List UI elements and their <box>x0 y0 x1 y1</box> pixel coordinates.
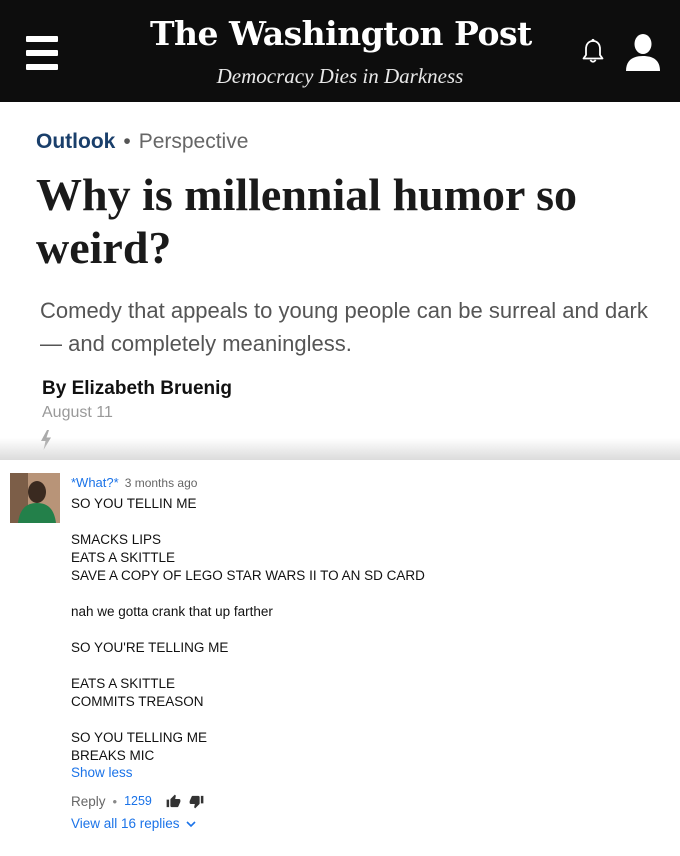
section-divider <box>0 438 680 462</box>
thumbs-up-icon[interactable] <box>166 794 181 809</box>
site-header: The Washington Post Democracy Dies in Da… <box>0 0 680 102</box>
user-icon[interactable] <box>625 33 661 71</box>
article-headline: Why is millennial humor so weird? <box>36 169 578 273</box>
comment-paragraph: EATS A SKITTLE COMMITS TREASON <box>71 675 661 711</box>
avatar-photo <box>10 473 60 523</box>
comment-line: COMMITS TREASON <box>71 694 204 709</box>
tagline: Democracy Dies in Darkness <box>216 64 464 88</box>
article-type-label: Perspective <box>138 130 249 153</box>
comment-paragraph: SMACKS LIPS EATS A SKITTLE SAVE A COPY OF … <box>71 531 661 585</box>
comment-line: SO YOU TELLING ME <box>71 730 208 745</box>
comment-timestamp[interactable]: 3 months ago <box>125 476 198 490</box>
kicker-separator: • <box>123 130 131 153</box>
comment-paragraph: SO YOU TELLING ME BREAKS MIC <box>71 729 661 765</box>
show-less-link[interactable]: Show less <box>71 765 133 780</box>
comment-line: EATS A SKITTLE <box>71 676 176 691</box>
comment-paragraph: SO YOU'RE TELLING ME <box>71 639 661 657</box>
comment-actions: Reply • 1259 <box>71 792 212 810</box>
comment-author[interactable]: *What?* <box>71 475 119 490</box>
comment-paragraph: nah we gotta crank that up farther <box>71 603 661 621</box>
view-replies-label: View all 16 replies <box>71 816 180 831</box>
comment: *What?* 3 months ago SO YOU TELLIN ME SMAC… <box>0 460 680 856</box>
comment-line: SO YOU TELLIN ME <box>71 496 197 511</box>
section-link[interactable]: Outlook <box>36 130 115 153</box>
publish-date: August 11 <box>42 404 113 421</box>
chevron-down-icon <box>185 821 196 828</box>
reply-button[interactable]: Reply <box>71 794 106 809</box>
comment-line: BREAKS MIC <box>71 748 155 763</box>
menu-icon[interactable] <box>26 36 58 70</box>
comment-line: SMACKS LIPS <box>71 532 162 547</box>
comment-line: EATS A SKITTLE <box>71 550 176 565</box>
avatar[interactable] <box>10 473 60 523</box>
comment-paragraph: SO YOU TELLIN ME <box>71 495 661 513</box>
thumbs-down-icon[interactable] <box>189 794 204 809</box>
comment-line: nah we gotta crank that up farther <box>71 604 273 619</box>
comment-line: SO YOU'RE TELLING ME <box>71 640 229 655</box>
comment-body: SO YOU TELLIN ME SMACKS LIPS EATS A SKITTL… <box>71 495 661 783</box>
like-count: 1259 <box>124 794 152 808</box>
bell-icon[interactable] <box>582 38 604 64</box>
comment-line: SAVE A COPY OF LEGO STAR WARS II TO AN S… <box>71 568 425 583</box>
article-header: Outlook • Perspective Why is millennial hu… <box>0 102 680 460</box>
view-replies-link[interactable]: View all 16 replies <box>71 816 196 831</box>
article-byline[interactable]: By Elizabeth Bruenig <box>42 378 232 400</box>
comment-header: *What?* 3 months ago <box>71 474 197 492</box>
article-kicker: Outlook • Perspective <box>36 130 248 154</box>
action-separator: • <box>112 793 118 809</box>
masthead-logo[interactable]: The Washington Post <box>150 14 532 53</box>
article-dek: Comedy that appeals to young people can … <box>40 298 648 356</box>
